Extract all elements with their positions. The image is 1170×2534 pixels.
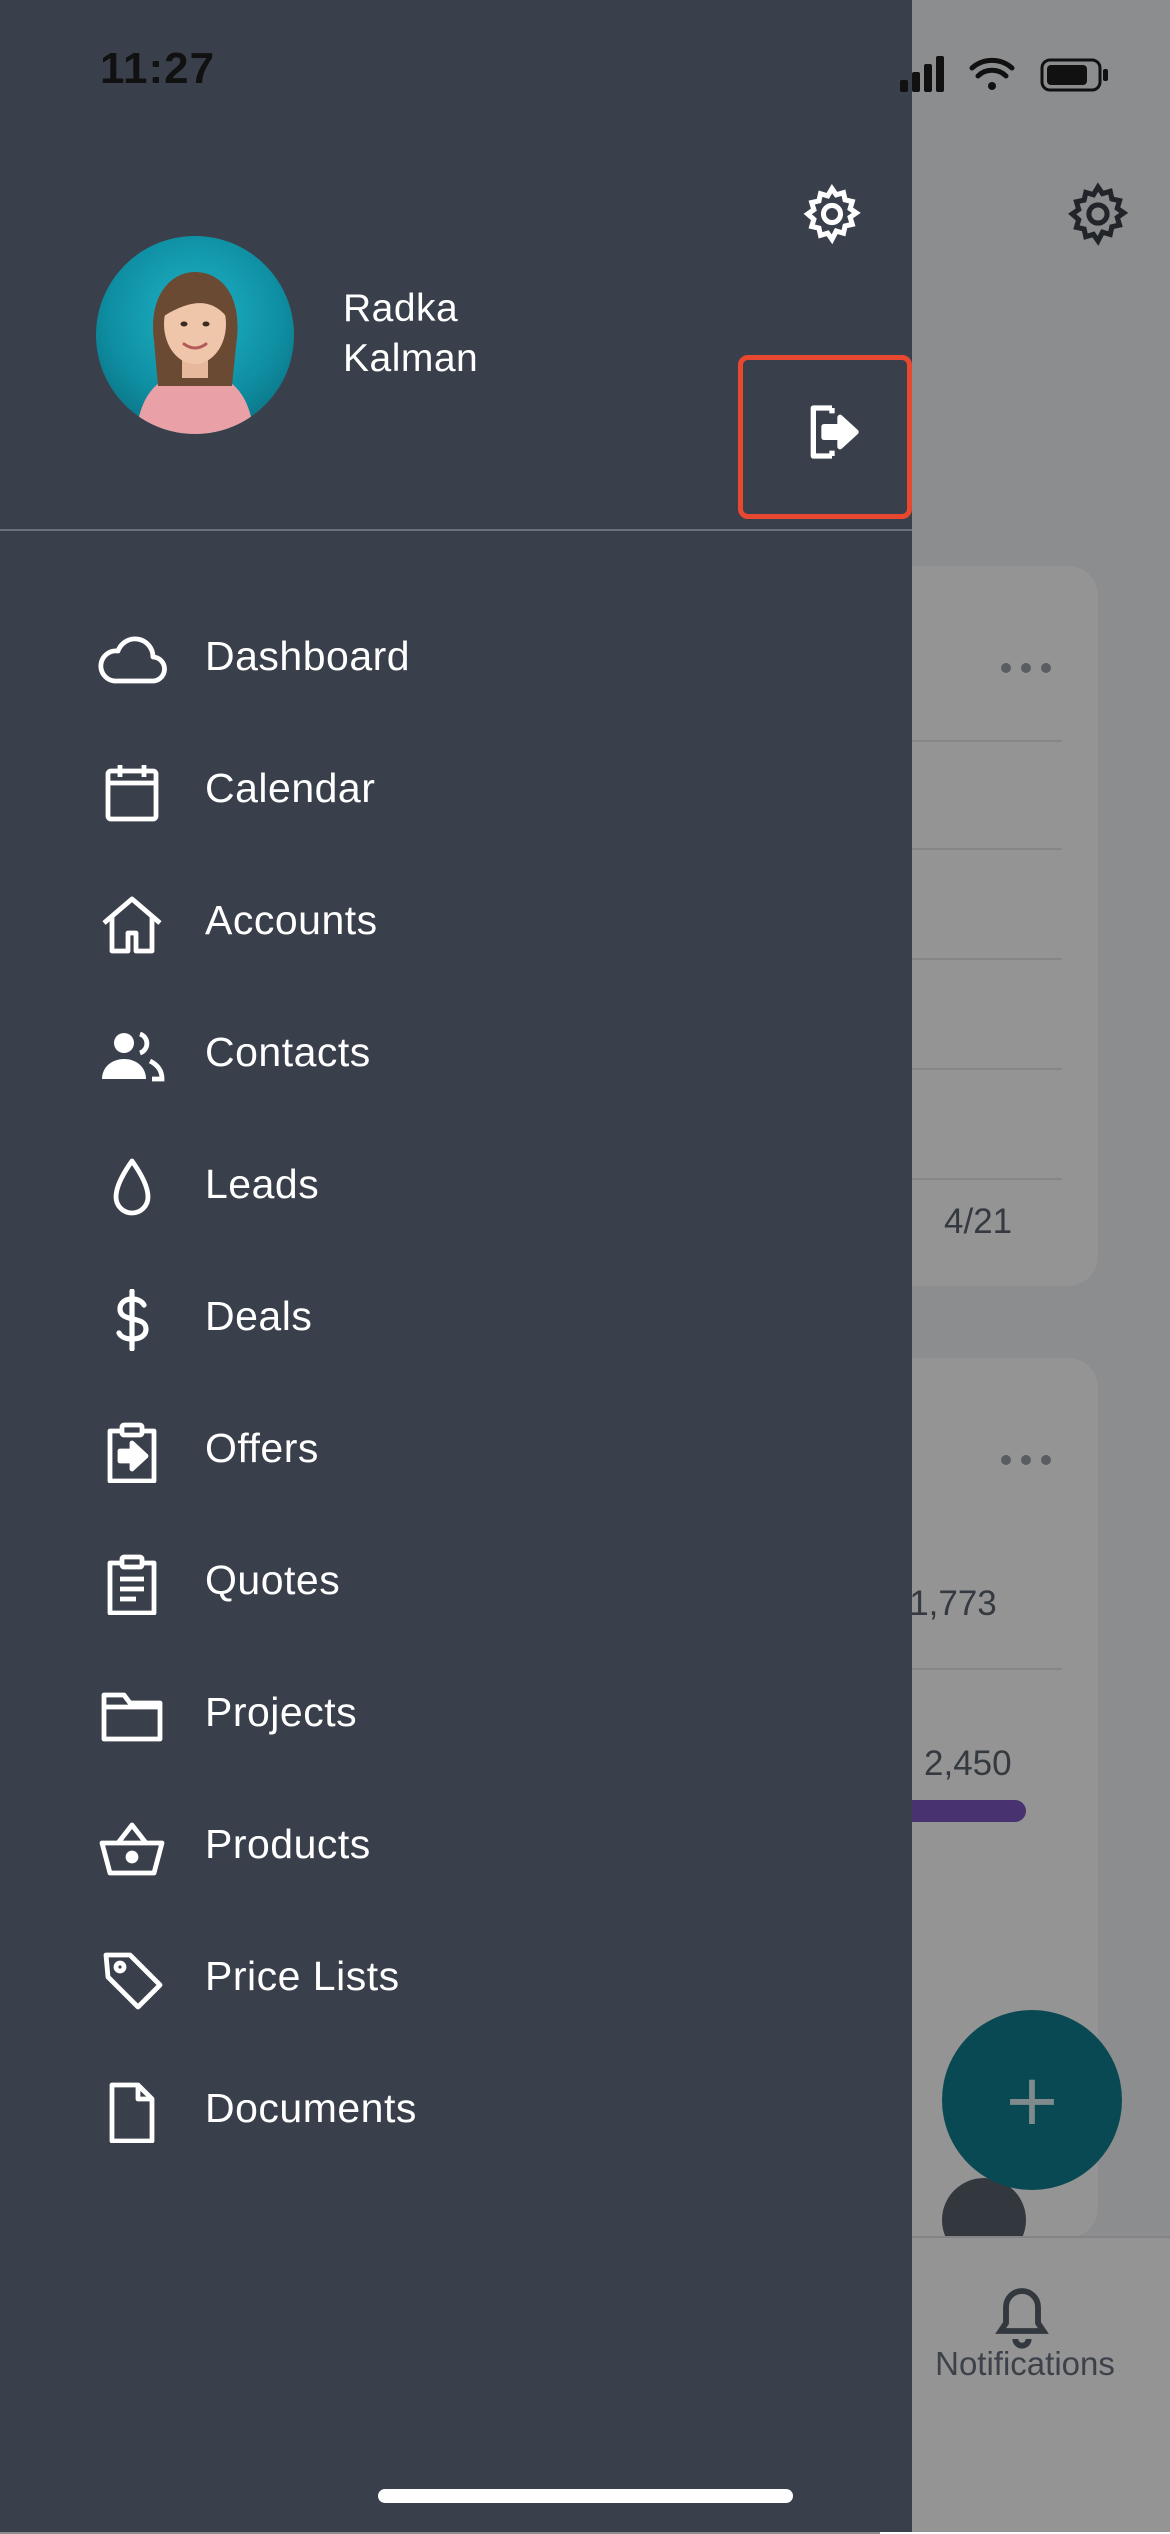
calendar-icon (105, 765, 159, 822)
wifi-icon (969, 57, 1015, 90)
cloud-icon (98, 636, 167, 684)
menu-item-accounts[interactable]: Accounts (0, 857, 912, 989)
menu-label: Leads (205, 1161, 320, 1207)
tag-icon (103, 1952, 163, 2010)
menu-label: Price Lists (205, 1953, 400, 1999)
user-last-name: Kalman (343, 337, 479, 380)
menu-item-products[interactable]: Products (0, 1781, 912, 1913)
document-icon (109, 2082, 155, 2143)
basket-icon (99, 1822, 165, 1876)
menu-label: Projects (205, 1689, 358, 1735)
menu-item-deals[interactable]: Deals (0, 1253, 912, 1385)
menu-label: Products (205, 1821, 371, 1867)
offer-icon (107, 1422, 157, 1483)
status-time: 11:27 (100, 44, 216, 93)
menu-item-price-lists[interactable]: Price Lists (0, 1913, 912, 2045)
menu-label: Dashboard (205, 633, 411, 679)
menu-item-documents[interactable]: Documents (0, 2045, 912, 2177)
status-icons (900, 56, 1108, 92)
user-first-name: Radka (343, 287, 459, 330)
user-name: Radka Kalman (343, 284, 478, 384)
menu-label: Documents (205, 2085, 417, 2131)
home-indicator[interactable] (378, 2489, 793, 2503)
settings-gear-icon[interactable] (800, 182, 864, 246)
cellular-signal-icon (900, 56, 944, 92)
home-icon (102, 896, 162, 954)
avatar[interactable] (96, 236, 294, 434)
battery-icon (1040, 58, 1108, 92)
navigation-drawer: 11:27 Radka Kalman Dashboard Calendar Ac… (0, 0, 1108, 2532)
people-icon (102, 1031, 165, 1082)
menu-item-dashboard[interactable]: Dashboard (0, 593, 912, 725)
menu-item-leads[interactable]: Leads (0, 1121, 912, 1253)
drop-icon (113, 1158, 151, 1216)
menu-label: Quotes (205, 1557, 341, 1603)
menu-label: Offers (205, 1425, 319, 1471)
menu-label: Deals (205, 1293, 313, 1339)
menu-label: Contacts (205, 1029, 371, 1075)
menu-item-projects[interactable]: Projects (0, 1649, 912, 1781)
menu-item-quotes[interactable]: Quotes (0, 1517, 912, 1649)
menu-label: Accounts (205, 897, 378, 943)
menu-label: Calendar (205, 765, 376, 811)
menu-item-offers[interactable]: Offers (0, 1385, 912, 1517)
dollar-icon (116, 1289, 149, 1351)
logout-icon[interactable] (800, 400, 864, 464)
menu-item-contacts[interactable]: Contacts (0, 989, 912, 1121)
menu-item-calendar[interactable]: Calendar (0, 725, 912, 857)
folder-icon (101, 1692, 163, 1742)
header-divider (0, 529, 912, 531)
avatar-photo (136, 272, 254, 434)
clipboard-icon (107, 1554, 157, 1615)
